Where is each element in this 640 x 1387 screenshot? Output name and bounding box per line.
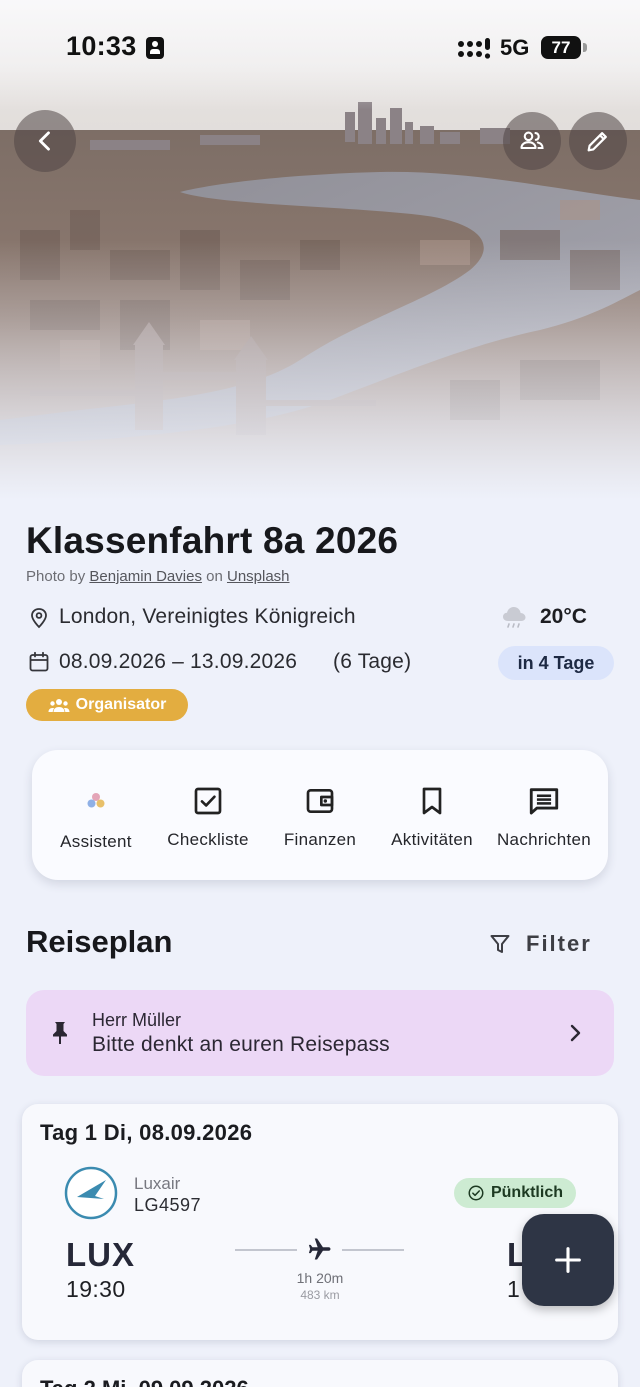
- trip-duration: (6 Tage): [333, 650, 412, 673]
- add-button[interactable]: [522, 1214, 614, 1306]
- day-heading: Tag 1 Di, 08.09.2026: [40, 1120, 253, 1145]
- credit-prefix: Photo by: [26, 568, 86, 585]
- quick-action-activities[interactable]: Aktivitäten: [376, 750, 488, 880]
- luxair-logo-icon: [64, 1166, 118, 1220]
- signal-icon: [458, 38, 491, 59]
- people-icon: [520, 131, 544, 150]
- quick-action-label: Nachrichten: [496, 830, 591, 849]
- quick-action-label: Aktivitäten: [391, 830, 473, 849]
- filter-icon: [490, 935, 510, 953]
- id-card-icon: [146, 37, 164, 59]
- members-button[interactable]: [503, 112, 561, 170]
- status-label: Pünktlich: [490, 1184, 563, 1201]
- pin-icon: [53, 1022, 67, 1044]
- credit-middle: on: [206, 568, 223, 585]
- chevron-right-icon: [570, 1024, 581, 1042]
- route-line-right: [342, 1249, 404, 1251]
- arrival-time: 1: [507, 1276, 520, 1302]
- status-bar: 10:33 5G 77: [0, 0, 640, 96]
- pencil-icon: [587, 132, 607, 152]
- message-icon: [529, 788, 559, 815]
- filter-button[interactable]: Filter: [488, 928, 592, 960]
- pinned-author: Herr Müller: [92, 1010, 182, 1030]
- battery-indicator: 77: [541, 36, 581, 59]
- flight-number: LG4597: [134, 1195, 202, 1215]
- quick-action-finances[interactable]: Finanzen: [264, 750, 376, 880]
- quick-action-messages[interactable]: Nachrichten: [488, 750, 600, 880]
- status-time: 10:33: [66, 31, 137, 61]
- photographer-link[interactable]: Benjamin Davies: [89, 568, 202, 585]
- route-line-left: [235, 1249, 297, 1251]
- assistant-dots-icon: [87, 793, 105, 808]
- role-label: Organisator: [75, 696, 167, 713]
- day-heading: Tag 2 Mi, 09.09.2026: [40, 1376, 249, 1387]
- quick-action-label: Finanzen: [283, 830, 357, 849]
- unsplash-link[interactable]: Unsplash: [227, 568, 290, 585]
- calendar-icon: [29, 651, 49, 672]
- flight-duration: 1h 20m: [296, 1270, 344, 1286]
- edit-button[interactable]: [569, 112, 627, 170]
- chevron-left-icon: [38, 131, 50, 151]
- weather-temperature: 20°C: [540, 605, 587, 628]
- quick-action-label: Assistent: [60, 832, 132, 851]
- departure-airport-code: LUX: [66, 1236, 135, 1273]
- checkbox-icon: [194, 787, 222, 815]
- battery-tip: [583, 43, 587, 52]
- check-circle-icon: [468, 1185, 484, 1201]
- network-type: 5G: [500, 35, 530, 60]
- pinned-message-card[interactable]: Herr Müller Bitte denkt an euren Reisepa…: [26, 990, 614, 1076]
- day-card[interactable]: Tag 2 Mi, 09.09.2026: [22, 1360, 618, 1387]
- quick-action-assistant[interactable]: Assistent: [40, 750, 152, 880]
- wallet-icon: [306, 789, 334, 813]
- airplane-icon: [308, 1238, 331, 1260]
- location-pin-icon: [31, 608, 47, 629]
- filter-label: Filter: [526, 931, 592, 956]
- quick-actions-card: Assistent Checkliste Finanzen Aktivitäte…: [32, 750, 608, 880]
- group-icon: [48, 699, 70, 712]
- trip-dates: 08.09.2026 – 13.09.2026: [59, 650, 298, 673]
- bookmark-icon: [422, 787, 442, 815]
- role-badge: Organisator: [26, 689, 188, 721]
- back-button[interactable]: [14, 110, 76, 172]
- trip-title: Klassenfahrt 8a 2026: [26, 520, 399, 561]
- status-badge: Pünktlich: [454, 1178, 576, 1208]
- itinerary-title: Reiseplan: [26, 924, 173, 959]
- cloud-rain-icon: [503, 607, 526, 628]
- photo-credit: Photo by Benjamin Davies on Unsplash: [26, 568, 290, 585]
- trip-location: London, Vereinigtes Königreich: [59, 605, 356, 628]
- quick-action-checklist[interactable]: Checkliste: [152, 750, 264, 880]
- pinned-message: Bitte denkt an euren Reisepass: [92, 1033, 390, 1056]
- departure-time: 19:30: [66, 1276, 126, 1302]
- quick-action-label: Checkliste: [167, 830, 249, 849]
- countdown-badge: in 4 Tage: [498, 646, 614, 680]
- plus-icon: [555, 1247, 581, 1273]
- flight-distance: 483 km: [300, 1288, 340, 1302]
- airline-name: Luxair: [134, 1174, 181, 1193]
